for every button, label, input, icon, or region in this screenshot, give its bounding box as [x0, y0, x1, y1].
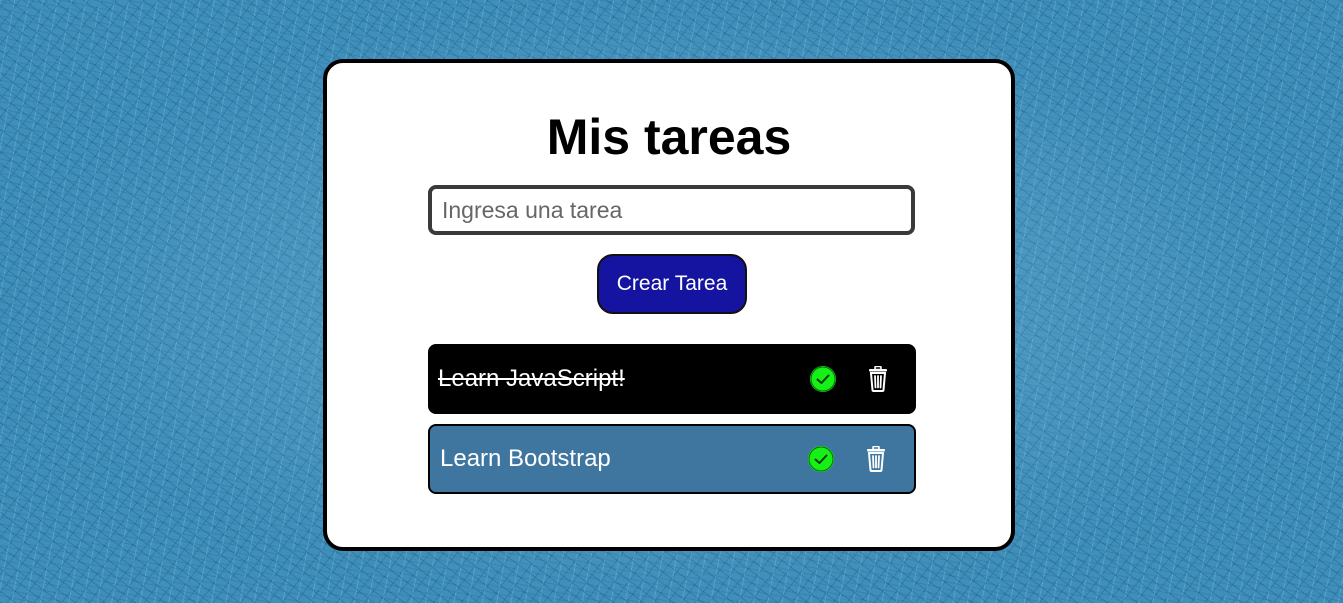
- page-title: Mis tareas: [546, 109, 792, 165]
- trash-icon[interactable]: [865, 445, 887, 472]
- task-card: Mis tareas Crear Tarea Learn JavaScript!…: [323, 59, 1015, 551]
- task-text: Learn JavaScript!: [438, 365, 625, 392]
- task-text: Learn Bootstrap: [440, 445, 611, 472]
- trash-icon[interactable]: [867, 365, 889, 392]
- create-task-button[interactable]: Crear Tarea: [597, 254, 747, 314]
- task-item: Learn Bootstrap: [428, 424, 916, 494]
- check-circle-icon[interactable]: [810, 366, 836, 392]
- task-input[interactable]: [428, 185, 915, 235]
- check-circle-icon[interactable]: [808, 446, 834, 472]
- task-item: Learn JavaScript!: [428, 344, 916, 414]
